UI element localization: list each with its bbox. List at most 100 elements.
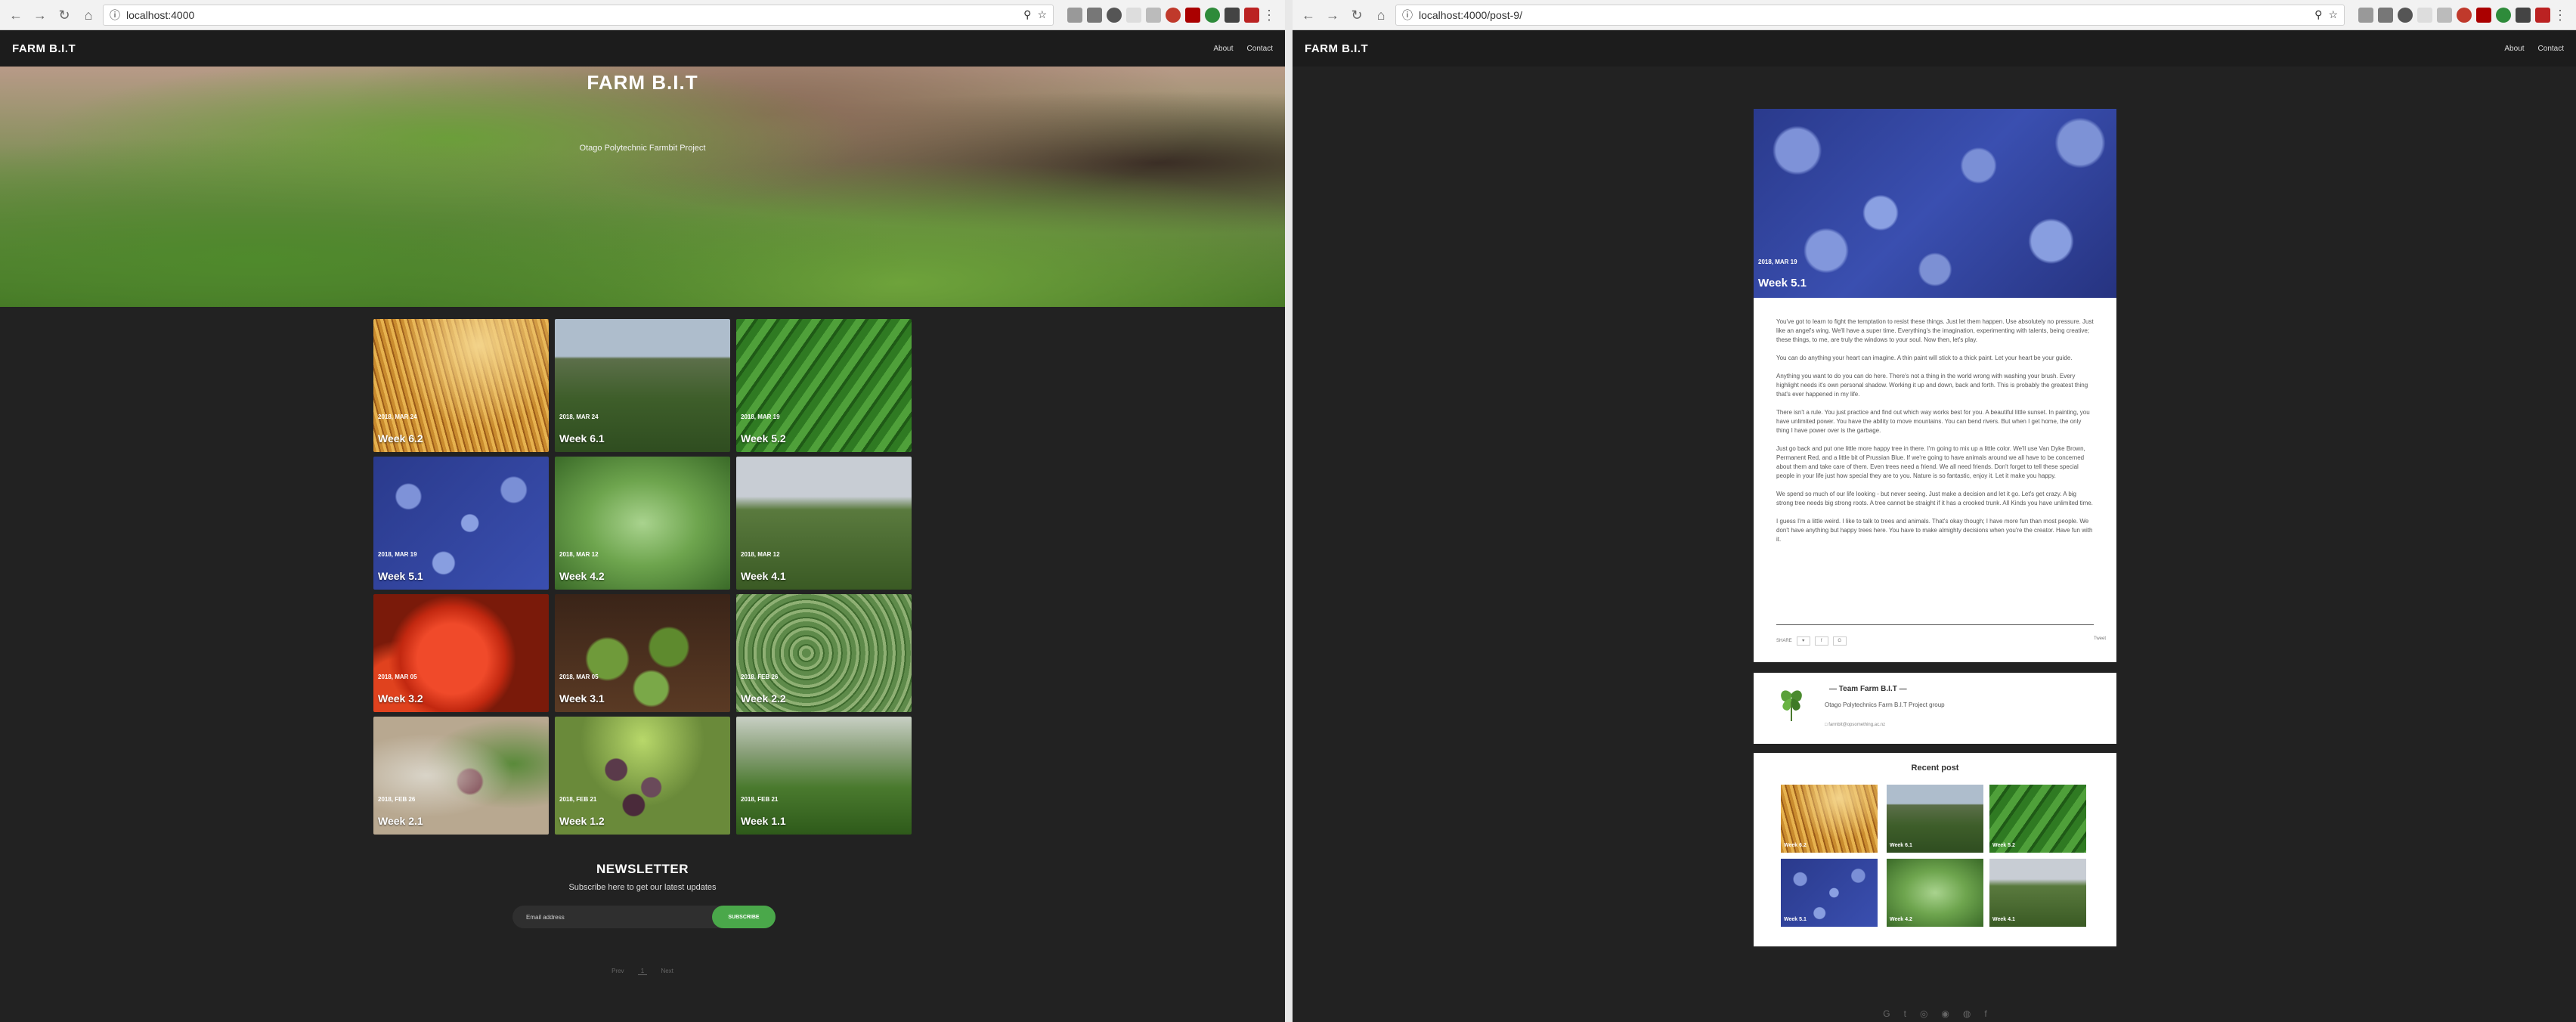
browser-toolbar: ← → ↻ ⌂ ⓘ localhost:4000 ⚲ ☆ ⋮ <box>0 0 1285 30</box>
pagination-prev[interactable]: Prev <box>611 968 624 974</box>
home-icon[interactable]: ⌂ <box>1371 5 1391 25</box>
nav-about[interactable]: About <box>1213 45 1233 53</box>
post-card-date: 2018, FEB 21 <box>559 796 597 803</box>
email-field[interactable] <box>526 912 692 922</box>
menu-icon[interactable]: ⋮ <box>2550 5 2570 25</box>
reload-icon[interactable]: ↻ <box>54 5 74 25</box>
post-card[interactable]: 2018, MAR 05 Week 3.2 <box>373 594 549 712</box>
back-icon[interactable]: ← <box>1299 5 1318 25</box>
recent-post-card[interactable]: Week 5.1 <box>1781 859 1878 927</box>
post-card-date: 2018, MAR 19 <box>378 551 417 558</box>
info-icon: ⓘ <box>1402 8 1413 21</box>
back-icon[interactable]: ← <box>6 5 26 25</box>
address-bar[interactable]: ⓘ localhost:4000/post-9/ ⚲ ☆ <box>1395 4 2345 26</box>
post-card[interactable]: 2018, MAR 12 Week 4.1 <box>736 457 912 590</box>
post-card[interactable]: 2018, MAR 24 Week 6.2 <box>373 319 549 452</box>
extension-icon[interactable] <box>1087 7 1102 23</box>
post-card-title: Week 1.1 <box>741 815 786 827</box>
menu-icon[interactable]: ⋮ <box>1259 5 1279 25</box>
extension-icon[interactable] <box>2417 7 2432 23</box>
recent-post-card[interactable]: Week 4.1 <box>1989 859 2086 927</box>
forward-icon[interactable]: → <box>1323 5 1342 25</box>
extension-icon[interactable] <box>1107 7 1122 23</box>
brand-logo[interactable]: FARM B.I.T <box>12 42 76 55</box>
reload-icon[interactable]: ↻ <box>1347 5 1367 25</box>
extension-icon[interactable] <box>2358 7 2373 23</box>
hero-subtitle: Otago Polytechnic Farmbit Project <box>579 144 706 153</box>
extension-icon[interactable] <box>1146 7 1161 23</box>
post-card[interactable]: 2018, MAR 19 Week 5.1 <box>373 457 549 590</box>
google-icon[interactable]: G <box>1883 1008 1890 1019</box>
nav-about[interactable]: About <box>2504 45 2524 53</box>
extension-icon[interactable] <box>2496 7 2511 23</box>
extension-icon[interactable] <box>1126 7 1141 23</box>
subscribe-button[interactable]: SUBSCRIBE <box>712 906 776 928</box>
post-card[interactable]: 2018, MAR 19 Week 5.2 <box>736 319 912 452</box>
post-card[interactable]: 2018, FEB 21 Week 1.1 <box>736 717 912 835</box>
pagination-current[interactable]: 1 <box>637 968 648 975</box>
post-card-title: Week 4.1 <box>741 570 786 582</box>
tweet-link[interactable]: Tweet <box>2094 636 2106 641</box>
post-card-title: Week 3.2 <box>378 692 423 705</box>
recent-post-card[interactable]: Week 6.2 <box>1781 785 1878 853</box>
post-card[interactable]: 2018, MAR 24 Week 6.1 <box>555 319 730 452</box>
address-bar[interactable]: ⓘ localhost:4000 ⚲ ☆ <box>103 4 1054 26</box>
recent-post-card[interactable]: Week 6.1 <box>1887 785 1983 853</box>
post-card[interactable]: 2018, FEB 21 Week 1.2 <box>555 717 730 835</box>
extension-icon[interactable] <box>1205 7 1220 23</box>
post-card-title: Week 3.1 <box>559 692 605 705</box>
author-description: Otago Polytechnics Farm B.I.T Project gr… <box>1825 701 1945 708</box>
star-icon[interactable]: ☆ <box>2328 8 2338 21</box>
extension-icon[interactable] <box>2457 7 2472 23</box>
recent-post-card[interactable]: Week 4.2 <box>1887 859 1983 927</box>
extension-icon[interactable] <box>1225 7 1240 23</box>
extension-icon[interactable] <box>1185 7 1200 23</box>
brand-logo[interactable]: FARM B.I.T <box>1305 42 1368 55</box>
star-icon[interactable]: ☆ <box>1037 8 1047 21</box>
newsletter-title: NEWSLETTER <box>596 862 689 876</box>
forward-icon[interactable]: → <box>30 5 50 25</box>
dribbble-icon[interactable]: ◍ <box>1963 1008 1971 1019</box>
post-card-date: 2018, FEB 21 <box>741 796 779 803</box>
author-card: — Team Farm B.I.T — Otago Polytechnics F… <box>1754 673 2116 744</box>
post-card[interactable]: 2018, MAR 05 Week 3.1 <box>555 594 730 712</box>
recent-post-card[interactable]: Week 5.2 <box>1989 785 2086 853</box>
recent-post-title: Week 4.2 <box>1890 917 1912 922</box>
post-divider <box>1776 624 2094 625</box>
twitter-icon[interactable]: t <box>1904 1008 1906 1019</box>
extension-icon[interactable] <box>2398 7 2413 23</box>
extension-icon[interactable] <box>2378 7 2393 23</box>
post-card[interactable]: 2018, FEB 26 Week 2.1 <box>373 717 549 835</box>
site-navbar: FARM B.I.T About Contact <box>0 30 1285 67</box>
share-bar: SHARE ♥ f G <box>1776 636 1847 646</box>
post-card-title: Week 5.2 <box>741 432 786 444</box>
recent-post-title: Week 6.1 <box>1890 843 1912 848</box>
post-paragraph: You can do anything your heart can imagi… <box>1776 355 2073 361</box>
nav-contact[interactable]: Contact <box>1247 45 1273 53</box>
facebook-icon[interactable]: f <box>1984 1008 1986 1019</box>
post-card-date: 2018, MAR 24 <box>559 413 599 420</box>
author-email-link[interactable]: □ farmbit@opsomething.ac.nz <box>1825 723 1885 727</box>
extension-icon[interactable] <box>1244 7 1259 23</box>
extension-icon[interactable] <box>1067 7 1082 23</box>
extension-icon[interactable] <box>2535 7 2550 23</box>
share-like-button[interactable]: ♥ <box>1796 636 1810 646</box>
footer-social: G t ◎ ◉ ◍ f <box>1829 1008 2041 1019</box>
pinterest-icon[interactable]: ◉ <box>1941 1008 1949 1019</box>
share-facebook-button[interactable]: f <box>1814 636 1828 646</box>
address-text: localhost:4000 <box>126 8 195 21</box>
post-card[interactable]: 2018, FEB 26 Week 2.2 <box>736 594 912 712</box>
instagram-icon[interactable]: ◎ <box>1920 1008 1927 1019</box>
extension-icon[interactable] <box>1166 7 1181 23</box>
share-google-button[interactable]: G <box>1832 636 1847 646</box>
extension-icon[interactable] <box>2516 7 2531 23</box>
home-icon[interactable]: ⌂ <box>79 5 98 25</box>
extension-icon[interactable] <box>2437 7 2452 23</box>
post-card-date: 2018, MAR 19 <box>741 413 780 420</box>
pagination-next[interactable]: Next <box>661 968 673 974</box>
post-card[interactable]: 2018, MAR 12 Week 4.2 <box>555 457 730 590</box>
nav-contact[interactable]: Contact <box>2538 45 2564 53</box>
extension-icon[interactable] <box>2476 7 2491 23</box>
post-card-date: 2018, MAR 24 <box>378 413 417 420</box>
share-label: SHARE <box>1776 639 1792 643</box>
